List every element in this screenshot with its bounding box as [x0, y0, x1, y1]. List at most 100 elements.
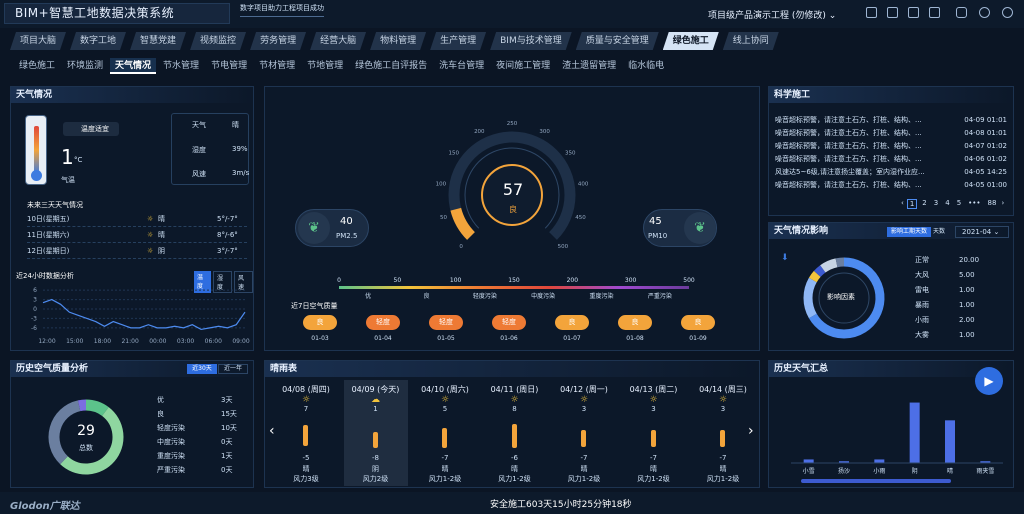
y-tick-label: -3 [31, 315, 37, 322]
line-chart: 6 3 0 -3 -612:00 15:00 18:00 21:00 00:00 03:00 06:… [31, 287, 250, 345]
aqi-gauge: 0 50 100 150 200 250 300 350 400 450 500 [436, 121, 589, 250]
alert-item[interactable]: 风速达5~6级,请注意扬尘覆盖；室内湿作业应... 04-05 14:25 [775, 166, 1007, 179]
sub-tab[interactable]: 节电管理 [206, 58, 252, 74]
impact-key: 小雨 [915, 316, 929, 324]
project-selector[interactable]: 项目级产品演示工程 (勿修改) ⌄ [708, 8, 836, 21]
forecast-row: 12日(星期日) ☼ 阴 3°/-7° [27, 243, 247, 259]
nav-tab[interactable]: 劳务管理 [250, 32, 306, 50]
aqi-day-date: 01-04 [374, 335, 392, 342]
week-title: 近7日空气质量 [291, 302, 338, 310]
nav-tab[interactable]: 视频监控 [190, 32, 246, 50]
donut-center-label: 影响因素 [827, 293, 855, 301]
tablet-icon[interactable] [908, 7, 919, 18]
grid-icon[interactable] [866, 7, 877, 18]
nav-tab[interactable]: 绿色施工 [663, 32, 719, 50]
download-icon[interactable]: ⬇ [781, 253, 789, 263]
sub-tab[interactable]: 绿色施工 [14, 58, 60, 74]
alert-item[interactable]: 噪音超标预警，请注意土石方、打桩、结构、... 04-06 01:02 [775, 153, 1007, 166]
nav-tab[interactable]: 质量与安全管理 [576, 32, 659, 50]
refresh-icon[interactable] [979, 7, 990, 18]
nav-tab[interactable]: 智慧党建 [130, 32, 186, 50]
x-tick-label: 00:00 [149, 338, 166, 345]
gauge-tick: 500 [558, 244, 569, 250]
stat-value: 晴 [232, 121, 239, 129]
x-tick-label: 09:00 [232, 338, 249, 345]
tab-1year[interactable]: 近一年 [218, 364, 248, 374]
shirt-icon[interactable] [956, 7, 967, 18]
stat-key: 天气 [192, 121, 206, 129]
bar [874, 459, 885, 463]
panel-title: 科学施工 [769, 87, 1013, 103]
total-label: 总数 [79, 444, 93, 452]
day-low: -7 [719, 454, 727, 462]
page-number[interactable]: 4 [943, 199, 951, 209]
alert-item[interactable]: 噪音超标预警，请注意土石方、打桩、结构、... 04-08 01:01 [775, 127, 1007, 140]
gear-icon[interactable] [1002, 7, 1013, 18]
panel-title: 晴雨表 [265, 361, 759, 377]
page-number[interactable]: 5 [955, 199, 963, 209]
nav-tab[interactable]: 项目大脑 [10, 32, 66, 50]
gauge-tick: 450 [575, 215, 586, 221]
sub-tab[interactable]: 节水管理 [158, 58, 204, 74]
day-date: 04/08 (周四) [282, 385, 330, 394]
aq-list: 优 3天良 15天 轻度污染 10天 中度污染 0天 重度污染 1天 严重污染 0天 [157, 393, 247, 477]
day-low: -7 [580, 454, 588, 462]
screen-icon[interactable] [887, 7, 898, 18]
temp-unit: °C [74, 156, 83, 164]
month-select[interactable]: 2021-04 ⌄ [955, 226, 1009, 238]
temp-range-bar [511, 424, 517, 448]
sub-tab[interactable]: 天气情况 [110, 58, 157, 74]
sun-icon: ☼ [147, 247, 154, 255]
window-icon[interactable] [929, 7, 940, 18]
weather-stats: 天气 晴 湿度 39% 风速 3m/s [171, 113, 249, 185]
nav-tab[interactable]: 物料管理 [370, 32, 426, 50]
safety-days: 安全施工603天15小时25分钟18秒 [490, 500, 632, 510]
temp-range-bar [650, 430, 656, 447]
sub-tab[interactable]: 临水临电 [623, 58, 669, 74]
history-weather-panel: 历史天气汇总 ▶ 小雪 扬沙 小雨阴晴雨夹雪 [768, 360, 1014, 488]
aqi-day-date: 01-09 [689, 335, 707, 342]
day-date: 04/11 (周日) [490, 385, 539, 394]
alert-item[interactable]: 噪音超标预警，请注意土石方、打桩、结构、... 04-09 01:01 [775, 114, 1007, 127]
aqi-day-date: 01-05 [437, 335, 455, 342]
page-number[interactable]: 2 [920, 199, 928, 209]
nav-tab[interactable]: 线上协同 [723, 32, 779, 50]
day-date: 04/13 (周二) [629, 385, 678, 394]
tab-30days[interactable]: 近30天 [187, 364, 217, 374]
alert-item[interactable]: 噪音超标预警，请注意土石方、打桩、结构、... 04-05 01:00 [775, 179, 1007, 192]
nav-tab[interactable]: 经营大脑 [310, 32, 366, 50]
sub-tab[interactable]: 节材管理 [254, 58, 300, 74]
day-date: 04/12 (周一) [560, 385, 608, 394]
alert-text: 噪音超标预警，请注意土石方、打桩、结构、... [775, 181, 922, 189]
logo: Glodon广联达 [10, 501, 80, 512]
gauge-tick: 300 [539, 129, 550, 135]
nav-tab[interactable]: 数字工地 [70, 32, 126, 50]
day-high: 1 [373, 405, 378, 413]
sub-tab[interactable]: 绿色施工自评报告 [350, 58, 432, 74]
page-number[interactable]: ••• [966, 199, 982, 209]
sub-tab[interactable]: 渣土遗留管理 [557, 58, 621, 74]
prev-page-icon[interactable]: ‹ [901, 199, 904, 209]
impact-value: 1.00 [959, 286, 975, 294]
page-number[interactable]: 1 [906, 199, 918, 209]
sub-tab[interactable]: 洗车台管理 [434, 58, 489, 74]
sub-tab[interactable]: 夜间施工管理 [491, 58, 555, 74]
days-button[interactable]: 天数 [933, 227, 945, 237]
page-number[interactable]: 3 [932, 199, 940, 209]
stat-value: 39% [232, 145, 248, 153]
sub-tab[interactable]: 节地管理 [302, 58, 348, 74]
nav-tab[interactable]: 生产管理 [430, 32, 486, 50]
impact-key: 暴雨 [915, 301, 929, 309]
impact-item: 雷电 1.00 [915, 283, 1005, 298]
alert-item[interactable]: 噪音超标预警，请注意土石方、打桩、结构、... 04-07 01:02 [775, 140, 1007, 153]
alert-time: 04-07 01:02 [964, 142, 1007, 150]
page-number[interactable]: 88 [986, 199, 999, 209]
pm25-label: PM2.5 [336, 232, 358, 240]
day-weather: 阴 [372, 465, 379, 473]
temp-range-bar [581, 430, 586, 447]
next-page-icon[interactable]: › [1001, 199, 1004, 209]
impact-value: 2.00 [959, 316, 975, 324]
impact-days-button[interactable]: 影响工期天数 [887, 227, 932, 237]
sub-tab[interactable]: 环境监测 [62, 58, 108, 74]
nav-tab[interactable]: BIM与技术管理 [490, 32, 572, 50]
